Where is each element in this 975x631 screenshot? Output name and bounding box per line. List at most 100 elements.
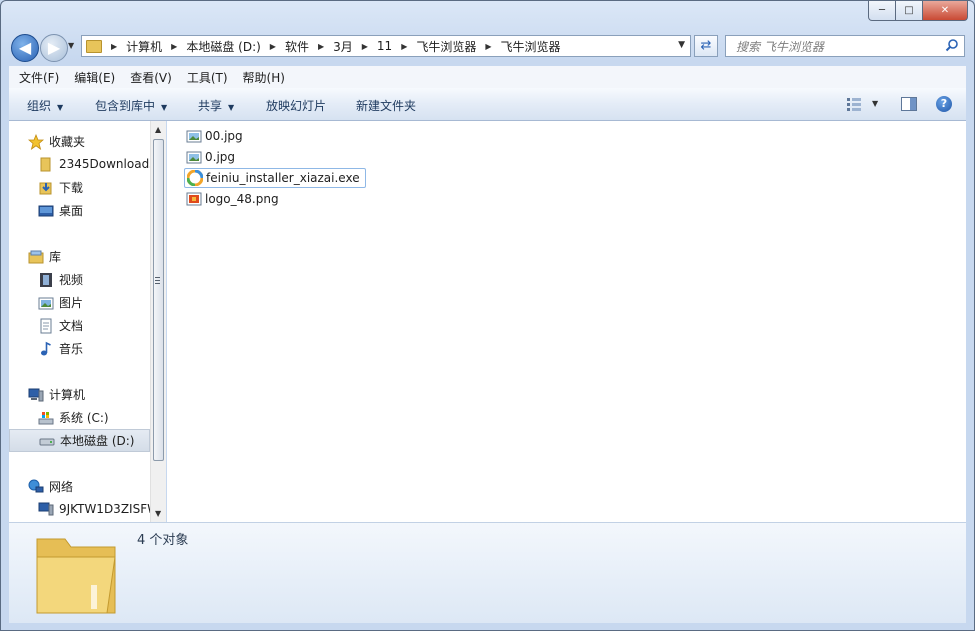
scrollbar-thumb[interactable] <box>153 139 164 461</box>
file-name: 0.jpg <box>205 150 236 164</box>
breadcrumb-separator-icon[interactable]: ▶ <box>111 42 117 51</box>
video-icon <box>40 272 52 287</box>
breadcrumb-drive-d[interactable]: 本地磁盘 (D:) <box>186 38 260 55</box>
breadcrumb-11[interactable]: 11 <box>377 39 392 53</box>
image-file-icon <box>186 130 202 143</box>
sidebar-item-label: 视频 <box>59 273 84 287</box>
sidebar-item-music[interactable]: 音乐 <box>38 340 83 357</box>
sidebar-header-label: 收藏夹 <box>49 135 86 149</box>
breadcrumb-separator-icon[interactable]: ▶ <box>270 42 276 51</box>
pictures-icon <box>38 297 54 309</box>
sidebar-item-documents[interactable]: 文档 <box>38 317 83 334</box>
computer-icon <box>28 388 44 401</box>
address-bar[interactable]: ▶ 计算机 ▶ 本地磁盘 (D:) ▶ 软件 ▶ 3月 ▶ 11 ▶ 飞牛浏览器… <box>81 35 691 57</box>
sidebar-item-desktop[interactable]: 桌面 <box>38 202 83 219</box>
image-file-icon <box>186 151 202 164</box>
breadcrumb-separator-icon[interactable]: ▶ <box>401 42 407 51</box>
scroll-up-icon[interactable]: ▲ <box>155 125 161 134</box>
breadcrumb-separator-icon[interactable]: ▶ <box>318 42 324 51</box>
feiniu-app-icon <box>187 170 203 186</box>
organize-label: 组织 <box>27 99 52 113</box>
system-drive-icon <box>38 411 54 424</box>
recent-pages-chevron-down-icon[interactable]: ▼ <box>68 41 74 50</box>
menu-tools[interactable]: 工具(T) <box>177 69 233 86</box>
breadcrumb-software[interactable]: 软件 <box>285 38 309 55</box>
star-icon <box>28 133 44 150</box>
list-item[interactable]: 0.jpg <box>186 147 235 167</box>
sidebar-header-label: 网络 <box>49 480 74 494</box>
navigation-pane[interactable]: 收藏夹 2345Downloads 下载 桌面 库 视频 图片 文档 音乐 计算… <box>9 121 166 522</box>
sidebar-header-network[interactable]: 网络 <box>28 478 73 495</box>
help-icon[interactable]: ? <box>936 96 952 112</box>
scroll-down-icon[interactable]: ▼ <box>155 509 161 518</box>
downloads-folder-icon <box>39 182 52 194</box>
maximize-button[interactable]: □ <box>896 1 923 21</box>
breadcrumb-feiniu-parent[interactable]: 飞牛浏览器 <box>416 38 476 55</box>
breadcrumb-separator-icon[interactable]: ▶ <box>362 42 368 51</box>
sidebar-header-computer[interactable]: 计算机 <box>28 386 85 403</box>
list-item[interactable]: logo_48.png <box>186 189 279 209</box>
share-button[interactable]: 共享 ▼ <box>198 97 234 114</box>
forward-button[interactable]: ▶ <box>40 34 68 62</box>
hard-drive-icon <box>39 438 55 445</box>
document-icon <box>40 318 52 333</box>
menu-view[interactable]: 查看(V) <box>120 69 177 86</box>
breadcrumb-separator-icon[interactable]: ▶ <box>485 42 491 51</box>
list-item[interactable]: feiniu_installer_xiazai.exe <box>184 168 366 188</box>
more-views-chevron-down-icon[interactable]: ▼ <box>872 99 878 108</box>
breadcrumb-separator-icon[interactable]: ▶ <box>171 42 177 51</box>
include-in-library-label: 包含到库中 <box>95 99 156 113</box>
list-item[interactable]: 00.jpg <box>186 126 243 146</box>
sidebar-item-label: 9JKTW1D3ZISFW <box>59 502 159 516</box>
slideshow-button[interactable]: 放映幻灯片 <box>266 97 326 114</box>
include-in-library-button[interactable]: 包含到库中 ▼ <box>95 97 167 114</box>
music-note-icon <box>41 341 51 355</box>
sidebar-item-videos[interactable]: 视频 <box>38 271 83 288</box>
close-button[interactable]: ✕ <box>923 1 968 21</box>
menu-edit[interactable]: 编辑(E) <box>64 69 120 86</box>
command-bar: 组织 ▼ 包含到库中 ▼ 共享 ▼ 放映幻灯片 新建文件夹 ▼ ? <box>9 88 966 121</box>
refresh-icon: ⇄ <box>700 38 712 53</box>
sidebar-header-libraries[interactable]: 库 <box>28 248 61 265</box>
sidebar-item-downloads[interactable]: 下载 <box>38 179 83 196</box>
breadcrumb-computer[interactable]: 计算机 <box>126 38 162 55</box>
sidebar-item-label: 图片 <box>59 296 84 310</box>
file-list[interactable]: 00.jpg 0.jpg feiniu_installer_xiazai.exe <box>167 121 966 522</box>
refresh-button[interactable]: ⇄ <box>694 35 718 57</box>
sidebar-item-label: 桌面 <box>59 204 84 218</box>
new-folder-button[interactable]: 新建文件夹 <box>356 97 416 114</box>
minimize-button[interactable]: ─ <box>868 1 896 21</box>
breadcrumb-march[interactable]: 3月 <box>333 38 353 55</box>
sidebar-item-label: 本地磁盘 (D:) <box>60 434 135 448</box>
details-pane: 4 个对象 <box>9 522 966 623</box>
sidebar-item-label: 系统 (C:) <box>59 411 109 425</box>
address-history-chevron-down-icon[interactable]: ▼ <box>678 40 685 50</box>
chevron-down-icon: ▼ <box>57 103 64 112</box>
search-box[interactable] <box>725 35 965 57</box>
back-button[interactable]: ◀ <box>11 34 39 62</box>
sidebar-item-drive-d[interactable]: 本地磁盘 (D:) <box>9 429 150 452</box>
search-icon[interactable] <box>945 38 959 52</box>
menu-file[interactable]: 文件(F) <box>9 69 64 86</box>
png-file-icon <box>186 192 202 206</box>
chevron-down-icon: ▼ <box>228 103 235 112</box>
preview-pane-icon[interactable] <box>901 97 917 111</box>
sidebar-item-drive-c[interactable]: 系统 (C:) <box>38 409 109 426</box>
folder-icon <box>36 538 116 614</box>
sidebar-header-favorites[interactable]: 收藏夹 <box>28 133 85 150</box>
folder-icon <box>40 157 51 172</box>
change-view-icon[interactable] <box>847 97 861 111</box>
navigation-scrollbar[interactable]: ▲ ▼ <box>150 121 166 522</box>
menu-help[interactable]: 帮助(H) <box>233 69 290 86</box>
computer-icon <box>38 502 54 516</box>
sidebar-item-label: 下载 <box>59 181 84 195</box>
search-input[interactable] <box>734 37 938 57</box>
sidebar-item-2345downloads[interactable]: 2345Downloads <box>38 156 155 172</box>
sidebar-item-pictures[interactable]: 图片 <box>38 294 83 311</box>
organize-button[interactable]: 组织 ▼ <box>27 97 63 114</box>
sidebar-item-network-pc[interactable]: 9JKTW1D3ZISFW <box>38 501 159 517</box>
scrollbar-grip-icon <box>155 277 160 284</box>
file-name: 00.jpg <box>205 129 243 143</box>
breadcrumb-feiniu-current[interactable]: 飞牛浏览器 <box>501 38 561 55</box>
menu-bar: 文件(F) 编辑(E) 查看(V) 工具(T) 帮助(H) <box>9 66 966 88</box>
